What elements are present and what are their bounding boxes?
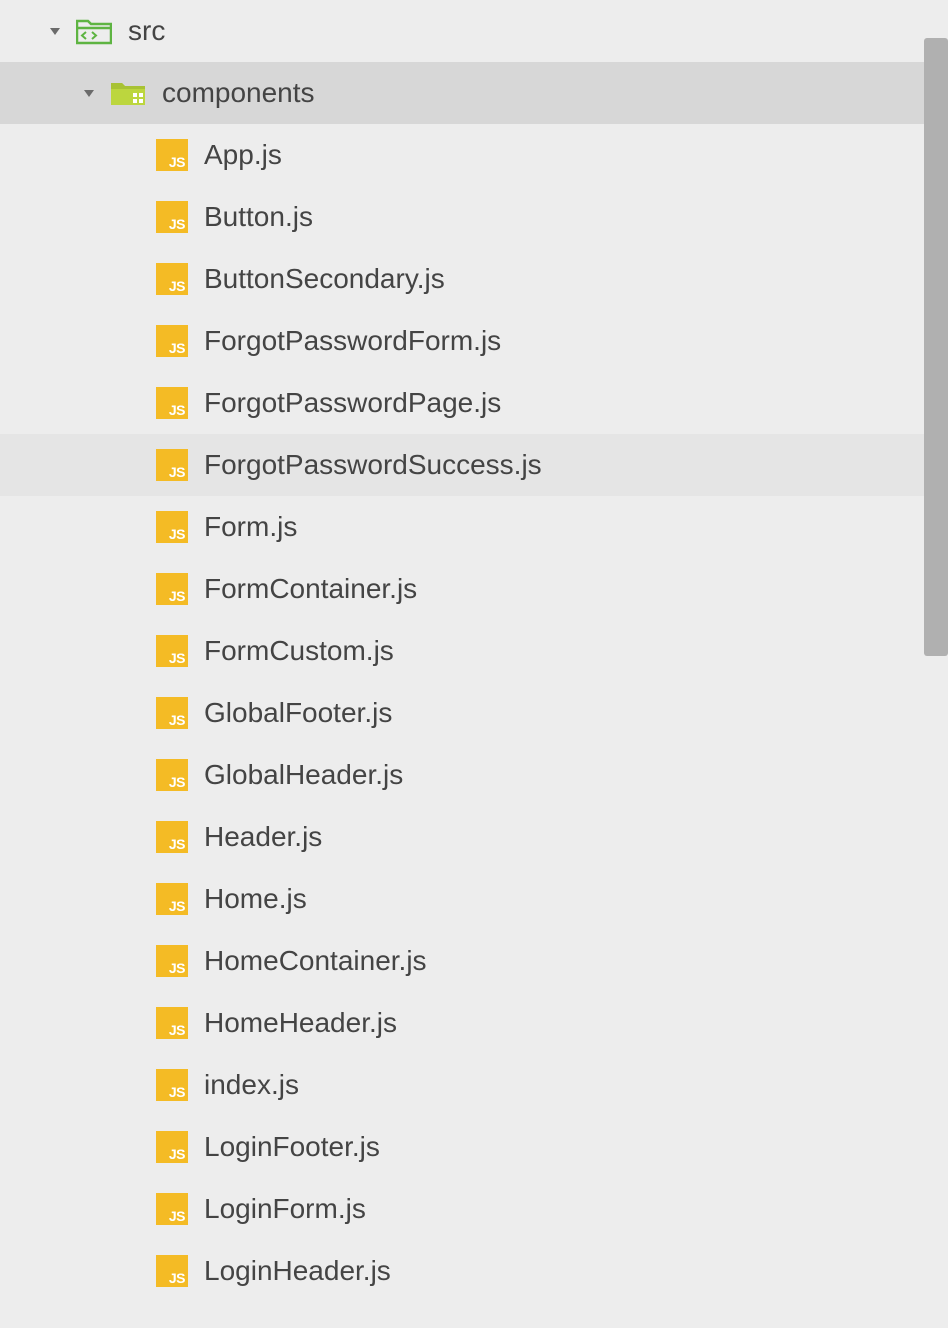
file-label: ForgotPasswordSuccess.js xyxy=(204,449,542,481)
js-icon-label: JS xyxy=(169,527,185,541)
js-file-icon: JS xyxy=(156,883,188,915)
js-file-icon: JS xyxy=(156,759,188,791)
js-file-icon: JS xyxy=(156,263,188,295)
file-row[interactable]: JS Button.js xyxy=(0,186,948,248)
js-icon-label: JS xyxy=(169,279,185,293)
js-icon-label: JS xyxy=(169,1271,185,1285)
js-file-icon: JS xyxy=(156,635,188,667)
file-label: Header.js xyxy=(204,821,322,853)
file-row[interactable]: JS HomeContainer.js xyxy=(0,930,948,992)
js-file-icon: JS xyxy=(156,1069,188,1101)
file-label: FormContainer.js xyxy=(204,573,417,605)
js-file-icon: JS xyxy=(156,201,188,233)
file-row[interactable]: JS LoginFooter.js xyxy=(0,1116,948,1178)
file-label: HomeHeader.js xyxy=(204,1007,397,1039)
folder-label: components xyxy=(162,77,315,109)
js-file-icon: JS xyxy=(156,511,188,543)
file-label: Form.js xyxy=(204,511,297,543)
js-icon-label: JS xyxy=(169,837,185,851)
folder-row-components[interactable]: components xyxy=(0,62,948,124)
js-icon-label: JS xyxy=(169,961,185,975)
file-row[interactable]: JS FormContainer.js xyxy=(0,558,948,620)
file-label: LoginFooter.js xyxy=(204,1131,380,1163)
folder-row-src[interactable]: src xyxy=(0,0,948,62)
folder-src-icon xyxy=(76,16,112,46)
file-row[interactable]: JS ForgotPasswordSuccess.js xyxy=(0,434,948,496)
file-label: ForgotPasswordPage.js xyxy=(204,387,501,419)
js-file-icon: JS xyxy=(156,697,188,729)
js-file-icon: JS xyxy=(156,821,188,853)
file-label: FormCustom.js xyxy=(204,635,394,667)
file-label: LoginForm.js xyxy=(204,1193,366,1225)
js-icon-label: JS xyxy=(169,775,185,789)
file-row[interactable]: JS GlobalFooter.js xyxy=(0,682,948,744)
js-icon-label: JS xyxy=(169,899,185,913)
js-icon-label: JS xyxy=(169,651,185,665)
file-label: Button.js xyxy=(204,201,313,233)
js-icon-label: JS xyxy=(169,465,185,479)
js-file-icon: JS xyxy=(156,449,188,481)
file-row[interactable]: JS LoginForm.js xyxy=(0,1178,948,1240)
file-label: Home.js xyxy=(204,883,307,915)
js-icon-label: JS xyxy=(169,155,185,169)
file-row[interactable]: JS Home.js xyxy=(0,868,948,930)
file-row[interactable]: JS Form.js xyxy=(0,496,948,558)
file-row[interactable]: JS GlobalHeader.js xyxy=(0,744,948,806)
file-row[interactable]: JS ButtonSecondary.js xyxy=(0,248,948,310)
scrollbar-thumb[interactable] xyxy=(924,38,948,656)
file-row[interactable]: JS HomeHeader.js xyxy=(0,992,948,1054)
js-icon-label: JS xyxy=(169,589,185,603)
file-label: LoginHeader.js xyxy=(204,1255,391,1287)
file-label: App.js xyxy=(204,139,282,171)
js-icon-label: JS xyxy=(169,1023,185,1037)
js-file-icon: JS xyxy=(156,1193,188,1225)
file-row[interactable]: JS ForgotPasswordPage.js xyxy=(0,372,948,434)
folder-label: src xyxy=(128,15,165,47)
file-row[interactable]: JS FormCustom.js xyxy=(0,620,948,682)
file-row[interactable]: JS ForgotPasswordForm.js xyxy=(0,310,948,372)
file-tree: src components JS App.js JS Button.js JS Butt… xyxy=(0,0,948,1302)
file-label: GlobalFooter.js xyxy=(204,697,392,729)
js-file-icon: JS xyxy=(156,1255,188,1287)
js-file-icon: JS xyxy=(156,325,188,357)
file-label: HomeContainer.js xyxy=(204,945,427,977)
js-icon-label: JS xyxy=(169,1147,185,1161)
js-icon-label: JS xyxy=(169,341,185,355)
file-label: ForgotPasswordForm.js xyxy=(204,325,501,357)
js-file-icon: JS xyxy=(156,573,188,605)
js-icon-label: JS xyxy=(169,713,185,727)
file-label: ButtonSecondary.js xyxy=(204,263,445,295)
file-row[interactable]: JS Header.js xyxy=(0,806,948,868)
file-row[interactable]: JS LoginHeader.js xyxy=(0,1240,948,1302)
file-row[interactable]: JS index.js xyxy=(0,1054,948,1116)
js-file-icon: JS xyxy=(156,1131,188,1163)
file-label: index.js xyxy=(204,1069,299,1101)
chevron-down-icon xyxy=(80,84,98,102)
chevron-down-icon xyxy=(46,22,64,40)
folder-components-icon xyxy=(110,78,146,108)
file-row[interactable]: JS App.js xyxy=(0,124,948,186)
js-icon-label: JS xyxy=(169,217,185,231)
js-file-icon: JS xyxy=(156,945,188,977)
file-list: JSApp.jsJSButton.jsJSButtonSecondary.jsJ… xyxy=(0,124,948,1302)
js-icon-label: JS xyxy=(169,1209,185,1223)
js-file-icon: JS xyxy=(156,387,188,419)
js-icon-label: JS xyxy=(169,1085,185,1099)
file-label: GlobalHeader.js xyxy=(204,759,403,791)
js-file-icon: JS xyxy=(156,1007,188,1039)
js-icon-label: JS xyxy=(169,403,185,417)
js-file-icon: JS xyxy=(156,139,188,171)
